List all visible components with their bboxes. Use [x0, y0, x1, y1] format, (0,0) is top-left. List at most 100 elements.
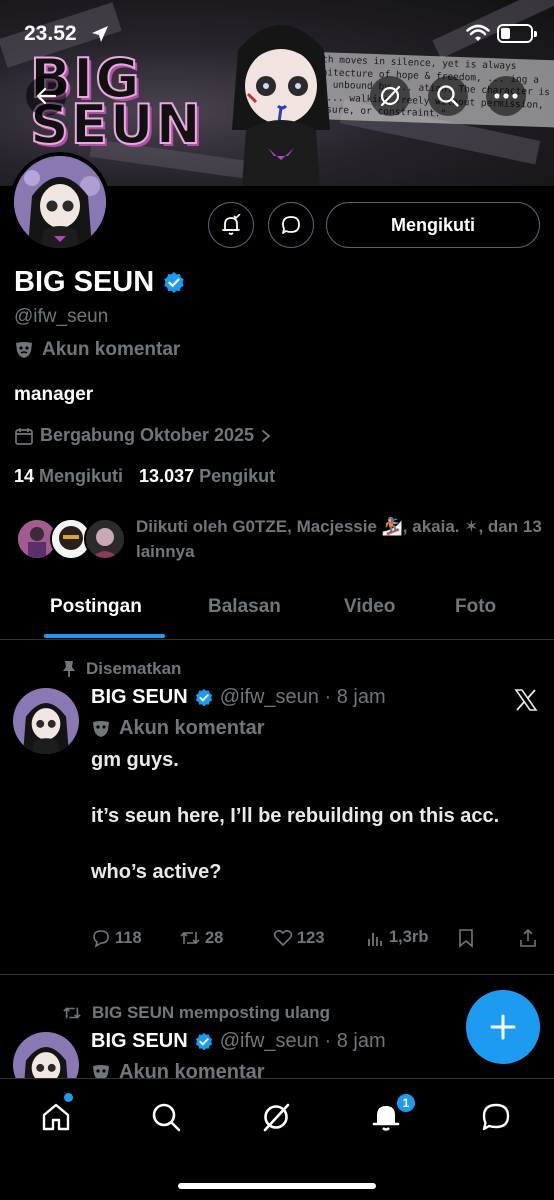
share-button[interactable] — [519, 928, 537, 948]
pin-icon — [63, 661, 75, 677]
nav-grok[interactable] — [256, 1097, 296, 1137]
bottom-navigation: 1 — [0, 1078, 554, 1200]
theater-masks-icon — [16, 342, 32, 358]
plus-icon — [490, 1014, 516, 1040]
message-button[interactable] — [268, 202, 314, 248]
profile-bio: manager — [14, 384, 94, 405]
tab-replies[interactable]: Balasan — [208, 596, 281, 618]
nav-messages[interactable] — [476, 1097, 516, 1137]
notifications-subscribe-button[interactable] — [208, 202, 254, 248]
post-text-line: it’s seun here, I’ll be rebuilding on th… — [91, 805, 500, 827]
repost-icon — [63, 1007, 81, 1019]
following-stat[interactable]: 14 Mengikuti — [14, 466, 123, 487]
profile-avatar[interactable] — [10, 152, 110, 252]
tab-video[interactable]: Video — [344, 596, 395, 618]
notifications-badge: 1 — [395, 1092, 417, 1114]
avatar-image — [14, 156, 106, 248]
heart-icon — [273, 929, 293, 947]
post-divider — [0, 974, 554, 975]
search-button[interactable] — [428, 76, 468, 116]
share-icon — [520, 928, 536, 947]
bookmark-button[interactable] — [457, 928, 475, 948]
grok-icon — [380, 85, 401, 107]
banner-logo-line2: SEUN — [29, 93, 203, 156]
tab-posts[interactable]: Postingan — [50, 596, 142, 618]
views-count: 1,3rb — [389, 928, 429, 946]
following-label: Mengikuti — [39, 466, 124, 486]
profile-joined-text: Bergabung Oktober 2025 — [40, 425, 255, 445]
views-button[interactable]: 1,3rb — [367, 928, 428, 947]
chat-bubble-icon — [282, 216, 300, 234]
repost-indicator: BIG SEUN memposting ulang — [62, 1003, 330, 1023]
grok-icon — [263, 1103, 290, 1132]
search-icon — [437, 85, 459, 107]
profile-joined[interactable]: Bergabung Oktober 2025 — [14, 425, 272, 446]
pinned-label: Disematkan — [86, 659, 182, 678]
post-text-line: who’s active? — [91, 861, 222, 883]
theater-masks-icon — [93, 720, 109, 737]
profile-name: BIG SEUN — [14, 266, 155, 298]
following-count: 14 — [14, 466, 35, 486]
profile-name-row: BIG SEUN — [14, 266, 186, 299]
wifi-icon — [466, 24, 490, 41]
x-logo-icon[interactable] — [514, 688, 538, 712]
post-author-name[interactable]: BIG SEUN — [91, 1030, 188, 1053]
post-handle-time: @ifw_seun · 8 jam — [219, 1030, 386, 1052]
nav-home[interactable] — [36, 1097, 76, 1137]
compose-post-button[interactable] — [466, 990, 540, 1064]
repost-icon — [180, 931, 200, 945]
home-indicator-bar — [178, 1183, 376, 1189]
follower-avatar — [84, 518, 126, 560]
follower-avatar-image — [86, 520, 124, 558]
profile-label[interactable]: Akun komentar — [14, 339, 180, 361]
followers-stat[interactable]: 13.037 Pengikut — [139, 466, 275, 487]
post-author-label-text: Akun komentar — [119, 717, 265, 739]
verified-badge-icon[interactable] — [162, 271, 186, 295]
post-header: BIG SEUN @ifw_seun · 8 jam — [91, 686, 386, 709]
status-bar: 23.52 — [0, 0, 554, 66]
post-author-name[interactable]: BIG SEUN — [91, 686, 188, 709]
post-handle-time: @ifw_seun · 8 jam — [219, 686, 386, 708]
profile-handle: @ifw_seun — [14, 306, 109, 327]
repost-context-label: BIG SEUN memposting ulang — [92, 1003, 331, 1022]
pinned-indicator: Disematkan — [62, 659, 181, 679]
verified-badge-icon — [195, 1032, 212, 1050]
followed-by-text: Diikuti oleh G0TZE, Macjessie 🏂, akaia. … — [136, 517, 542, 561]
post-author-label: Akun komentar — [91, 717, 265, 740]
following-button[interactable]: Mengikuti — [326, 202, 540, 248]
post-text-line: gm guys. — [91, 749, 179, 771]
views-chart-icon — [368, 932, 382, 946]
profile-tabs: Postingan Balasan Video Foto — [0, 584, 554, 640]
post-actions: 118 28 123 1,3rb — [91, 928, 541, 954]
bookmark-icon — [459, 929, 473, 948]
follow-stats: 14 Mengikuti 13.037 Pengikut — [14, 466, 275, 487]
post-header: BIG SEUN @ifw_seun · 8 jam — [91, 1030, 386, 1053]
repost-count: 28 — [205, 928, 224, 947]
post-body: gm guys. it’s seun here, I’ll be rebuild… — [91, 746, 531, 914]
home-unread-dot — [64, 1093, 73, 1102]
like-count: 123 — [297, 928, 325, 947]
status-time: 23.52 — [24, 22, 77, 45]
more-horizontal-icon — [494, 93, 518, 99]
bell-check-icon — [222, 214, 241, 235]
profile-label-text: Akun komentar — [42, 339, 181, 360]
tab-photos[interactable]: Foto — [455, 596, 496, 618]
reply-button[interactable]: 118 — [91, 928, 142, 948]
active-tab-indicator — [44, 634, 165, 638]
verified-badge-icon — [195, 688, 212, 706]
like-button[interactable]: 123 — [273, 928, 325, 948]
more-options-button[interactable] — [486, 76, 526, 116]
followers-count: 13.037 — [139, 466, 195, 486]
home-icon — [42, 1103, 70, 1131]
post-avatar[interactable] — [13, 688, 79, 754]
followed-by-section[interactable]: Diikuti oleh G0TZE, Macjessie 🏂, akaia. … — [14, 512, 544, 572]
repost-button[interactable]: 28 — [179, 928, 223, 948]
grok-button[interactable] — [370, 76, 410, 116]
chat-bubble-icon — [482, 1103, 510, 1131]
reply-count: 118 — [115, 928, 142, 947]
followers-label: Pengikut — [199, 466, 276, 486]
reply-icon — [93, 930, 109, 948]
chevron-right-icon — [262, 429, 271, 442]
back-button[interactable] — [26, 76, 66, 116]
nav-search[interactable] — [146, 1097, 186, 1137]
